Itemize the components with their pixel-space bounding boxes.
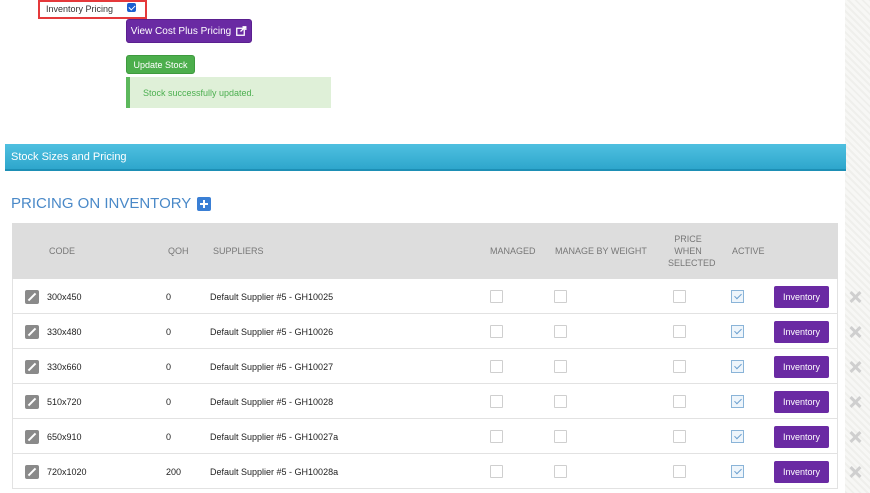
price-when-selected-checkbox[interactable] — [673, 360, 686, 373]
cost-plus-label: View Cost Plus Pricing — [130, 25, 232, 37]
col-price-line3: SELECTED — [668, 258, 716, 268]
manage-by-weight-checkbox[interactable] — [554, 325, 567, 338]
active-checkbox[interactable] — [731, 290, 744, 303]
view-cost-plus-pricing-button[interactable]: View Cost Plus Pricing — [126, 19, 252, 43]
section-title: Stock Sizes and Pricing — [11, 150, 127, 163]
col-suppliers: SUPPLIERS — [213, 246, 264, 256]
pricing-heading: PRICING ON INVENTORY — [11, 195, 212, 212]
managed-checkbox[interactable] — [490, 290, 503, 303]
edit-icon[interactable] — [25, 324, 39, 339]
row-supplier: Default Supplier #5 - GH10028 — [210, 396, 334, 407]
external-link-icon — [236, 26, 247, 36]
delete-row-icon[interactable] — [849, 361, 861, 373]
success-alert: Stock successfully updated. — [126, 77, 331, 108]
table-header: CODE QOH SUPPLIERS MANAGED MANAGE BY WEI… — [12, 223, 838, 279]
active-checkbox[interactable] — [731, 325, 744, 338]
success-message: Stock successfully updated. — [143, 87, 255, 98]
price-when-selected-checkbox[interactable] — [673, 465, 686, 478]
row-qoh: 0 — [166, 326, 172, 337]
col-active: ACTIVE — [732, 246, 765, 256]
delete-row-icon[interactable] — [849, 466, 861, 478]
row-qoh: 0 — [166, 396, 172, 407]
managed-checkbox[interactable] — [490, 465, 503, 478]
table-body: 300x450 0 Default Supplier #5 - GH10025 Inv… — [12, 279, 838, 489]
col-code: CODE — [49, 246, 76, 256]
background-texture — [845, 0, 870, 493]
col-price-line1: PRICE — [674, 234, 702, 244]
inventory-button[interactable]: Inventory — [774, 460, 829, 483]
row-qoh: 200 — [166, 466, 182, 477]
price-when-selected-checkbox[interactable] — [673, 395, 686, 408]
edit-icon[interactable] — [25, 464, 39, 479]
price-when-selected-checkbox[interactable] — [673, 325, 686, 338]
manage-by-weight-checkbox[interactable] — [554, 430, 567, 443]
row-supplier: Default Supplier #5 - GH10027 — [210, 361, 334, 372]
inventory-pricing-label: Inventory Pricing — [46, 4, 114, 14]
row-supplier: Default Supplier #5 - GH10026 — [210, 326, 334, 337]
inventory-button[interactable]: Inventory — [774, 355, 829, 378]
table-row: 330x660 0 Default Supplier #5 - GH10027 Inv… — [12, 349, 838, 384]
table-row: 300x450 0 Default Supplier #5 - GH10025 Inv… — [12, 279, 838, 314]
active-checkbox[interactable] — [731, 360, 744, 373]
col-qoh: QOH — [168, 246, 189, 256]
inventory-button[interactable]: Inventory — [774, 390, 829, 413]
managed-checkbox[interactable] — [490, 395, 503, 408]
active-checkbox[interactable] — [731, 430, 744, 443]
row-supplier: Default Supplier #5 - GH10025 — [210, 291, 334, 302]
table-row: 330x480 0 Default Supplier #5 - GH10026 Inv… — [12, 314, 838, 349]
row-code: 300x450 — [47, 291, 82, 302]
pricing-heading-text: PRICING ON INVENTORY — [11, 195, 192, 212]
row-code: 330x480 — [47, 326, 82, 337]
price-when-selected-checkbox[interactable] — [673, 290, 686, 303]
col-managed: MANAGED — [490, 246, 536, 256]
col-manage-by-weight: MANAGE BY WEIGHT — [555, 246, 647, 256]
edit-icon[interactable] — [25, 359, 39, 374]
managed-checkbox[interactable] — [490, 325, 503, 338]
col-price-line2: WHEN — [674, 246, 702, 256]
inventory-button[interactable]: Inventory — [774, 285, 829, 308]
row-code: 330x660 — [47, 361, 82, 372]
row-qoh: 0 — [166, 291, 172, 302]
inventory-button[interactable]: Inventory — [774, 425, 829, 448]
edit-icon[interactable] — [25, 394, 39, 409]
edit-icon[interactable] — [25, 289, 39, 304]
row-code: 650x910 — [47, 431, 82, 442]
delete-row-icon[interactable] — [849, 431, 861, 443]
manage-by-weight-checkbox[interactable] — [554, 465, 567, 478]
table-row: 650x910 0 Default Supplier #5 - GH10027a In… — [12, 419, 838, 454]
table-row: 510x720 0 Default Supplier #5 - GH10028 Inv… — [12, 384, 838, 419]
pricing-table: CODE QOH SUPPLIERS MANAGED MANAGE BY WEI… — [12, 223, 838, 489]
row-qoh: 0 — [166, 431, 172, 442]
row-supplier: Default Supplier #5 - GH10028a — [210, 466, 339, 477]
col-price-when-selected: PRICE WHEN SELECTED — [668, 223, 716, 279]
row-code: 720x1020 — [47, 466, 87, 477]
inventory-pricing-checkbox[interactable] — [127, 3, 136, 12]
row-qoh: 0 — [166, 361, 172, 372]
manage-by-weight-checkbox[interactable] — [554, 360, 567, 373]
managed-checkbox[interactable] — [490, 430, 503, 443]
delete-row-icon[interactable] — [849, 326, 861, 338]
delete-row-icon[interactable] — [849, 291, 861, 303]
stock-sizes-section-header: Stock Sizes and Pricing — [5, 144, 846, 171]
manage-by-weight-checkbox[interactable] — [554, 395, 567, 408]
active-checkbox[interactable] — [731, 465, 744, 478]
update-stock-button[interactable]: Update Stock — [126, 55, 195, 74]
price-when-selected-checkbox[interactable] — [673, 430, 686, 443]
active-checkbox[interactable] — [731, 395, 744, 408]
row-code: 510x720 — [47, 396, 82, 407]
delete-row-icon[interactable] — [849, 396, 861, 408]
inventory-button[interactable]: Inventory — [774, 320, 829, 343]
edit-icon[interactable] — [25, 429, 39, 444]
managed-checkbox[interactable] — [490, 360, 503, 373]
manage-by-weight-checkbox[interactable] — [554, 290, 567, 303]
add-pricing-icon[interactable] — [197, 196, 212, 211]
row-supplier: Default Supplier #5 - GH10027a — [210, 431, 339, 442]
table-row: 720x1020 200 Default Supplier #5 - GH10028… — [12, 454, 838, 489]
